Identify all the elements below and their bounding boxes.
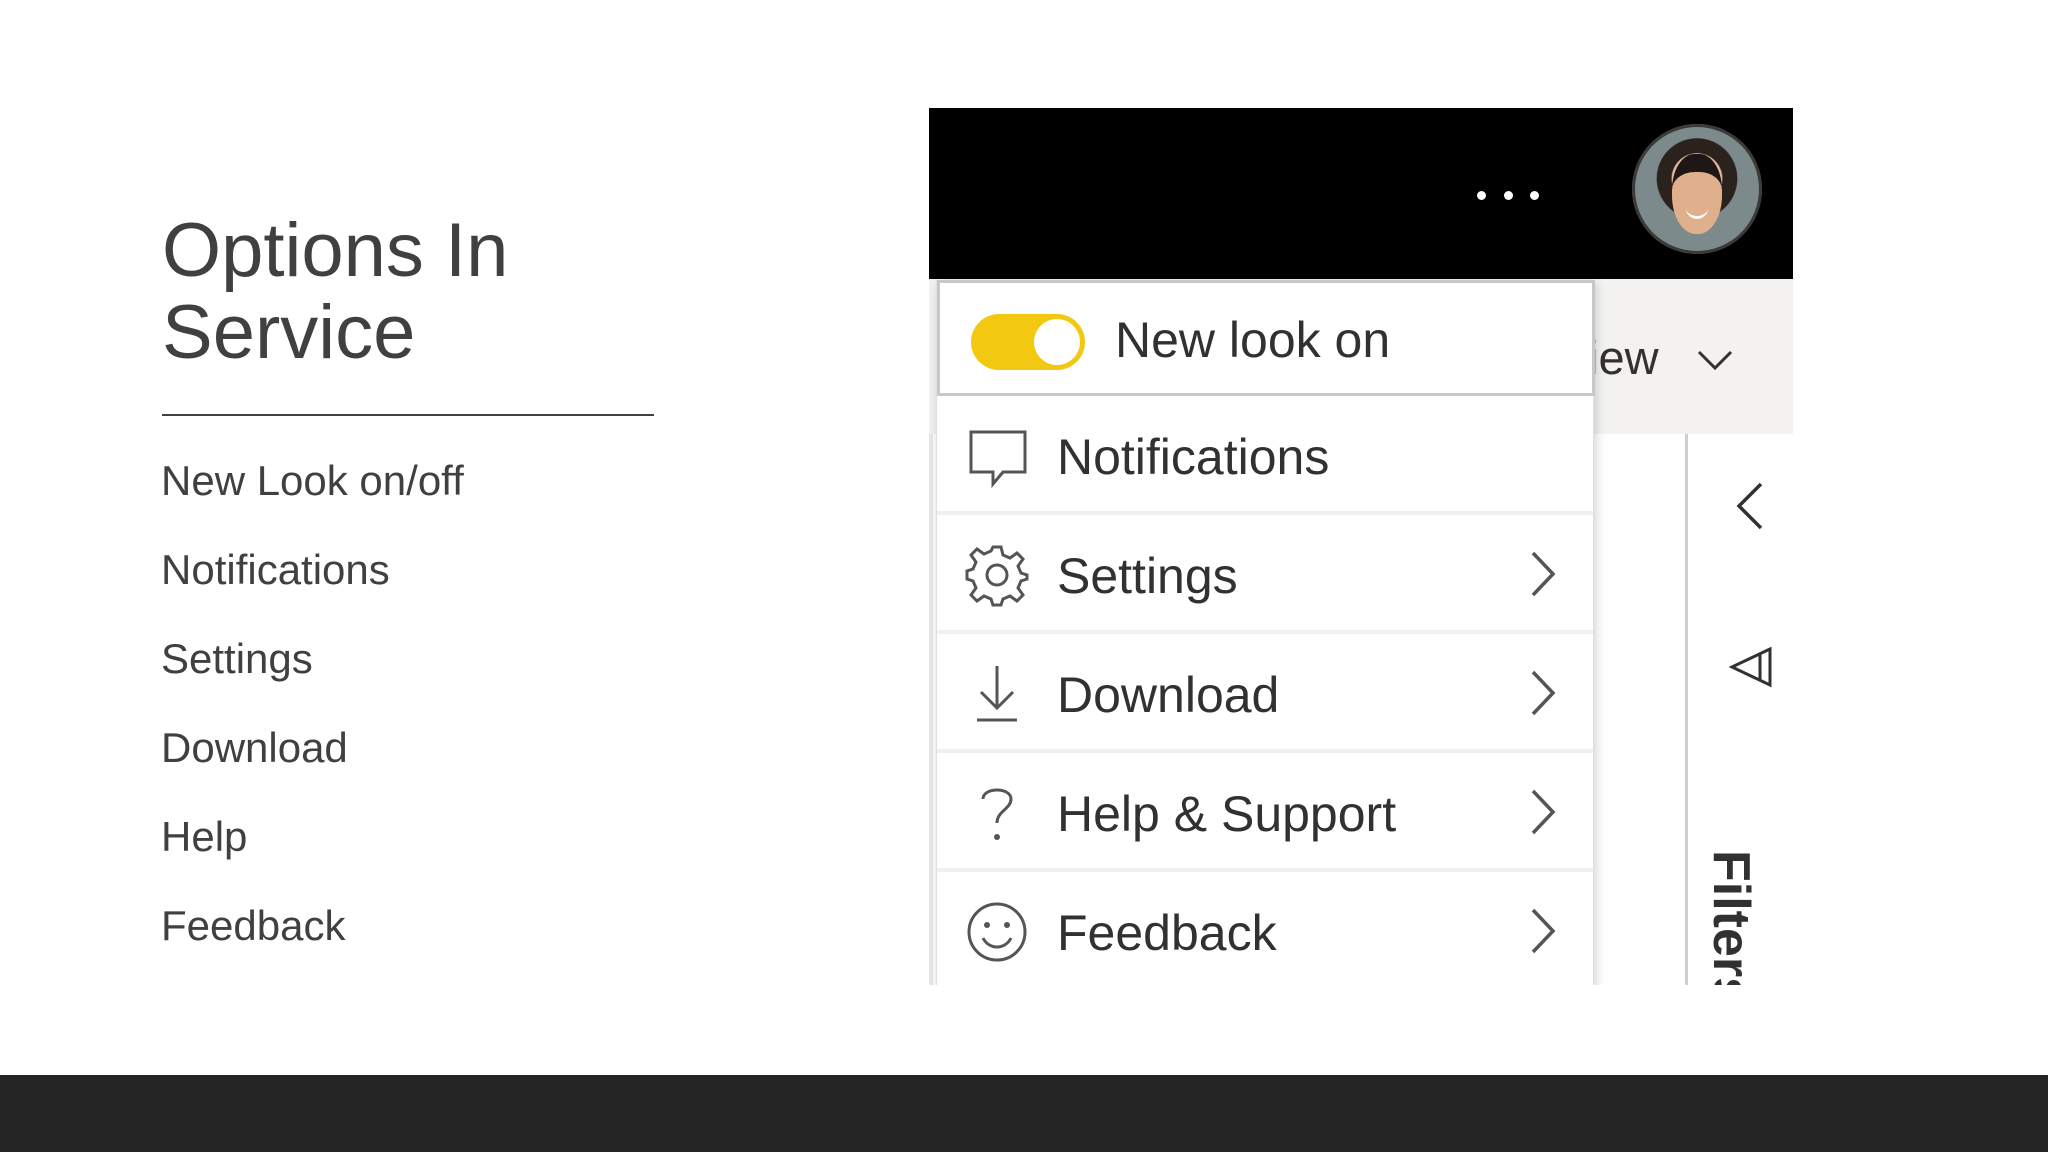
menu-item-feedback[interactable]: Feedback (937, 872, 1593, 985)
chevron-left-icon[interactable] (1731, 478, 1767, 534)
title-divider (162, 414, 654, 416)
menu-item-notifications[interactable]: Notifications (937, 396, 1593, 515)
chevron-right-icon (1531, 551, 1556, 597)
new-look-toggle-row[interactable]: New look on (937, 280, 1595, 396)
chat-bubble-icon (969, 430, 1027, 488)
user-avatar[interactable] (1632, 124, 1762, 254)
menu-item-label: Feedback (1057, 905, 1277, 961)
menu-item-label: Download (1057, 667, 1280, 723)
filters-pane-divider (1685, 434, 1688, 985)
bullet-item: New Look on/off (161, 457, 464, 504)
top-header-bar (929, 108, 1793, 279)
slide-title-line-2: Service (162, 290, 416, 375)
menu-item-label: Notifications (1057, 429, 1330, 485)
more-options-icon[interactable] (1477, 175, 1539, 215)
bullet-item: Feedback (161, 902, 346, 949)
filter-icon (1728, 646, 1772, 688)
bullet-list: New Look on/off Notifications Settings D… (161, 450, 464, 984)
gear-icon (965, 545, 1029, 607)
menu-item-settings[interactable]: Settings (937, 515, 1593, 634)
menu-item-label: Help & Support (1057, 786, 1397, 842)
toggle-knob (1034, 319, 1080, 365)
menu-item-help-support[interactable]: Help & Support (937, 753, 1593, 872)
filters-pane-label[interactable]: Filters (1701, 850, 1761, 985)
menu-item-download[interactable]: Download (937, 634, 1593, 753)
options-dropdown-menu: New look on Notifications Settings Downl… (936, 280, 1595, 985)
canvas-edge (929, 434, 933, 985)
chevron-right-icon (1531, 908, 1556, 954)
download-icon (977, 666, 1017, 722)
new-look-toggle[interactable] (971, 314, 1085, 370)
new-look-label: New look on (1115, 312, 1391, 368)
slide-title: Options In Service (162, 210, 722, 374)
view-menu-label[interactable]: iew (1588, 330, 1659, 385)
footer-bar (0, 1075, 2048, 1152)
smiley-icon (967, 902, 1027, 962)
bullet-item: Help (161, 813, 248, 860)
question-mark-icon (981, 788, 1013, 840)
chevron-down-icon[interactable] (1695, 340, 1735, 380)
bullet-item: Settings (161, 635, 313, 682)
bullet-item: Notifications (161, 546, 390, 593)
service-screenshot: iew Filters New look on Notifications Se… (929, 108, 1793, 985)
slide-title-line-1: Options In (162, 208, 509, 293)
chevron-right-icon (1531, 670, 1556, 716)
chevron-right-icon (1531, 789, 1556, 835)
menu-item-label: Settings (1057, 548, 1238, 604)
bullet-item: Download (161, 724, 348, 771)
